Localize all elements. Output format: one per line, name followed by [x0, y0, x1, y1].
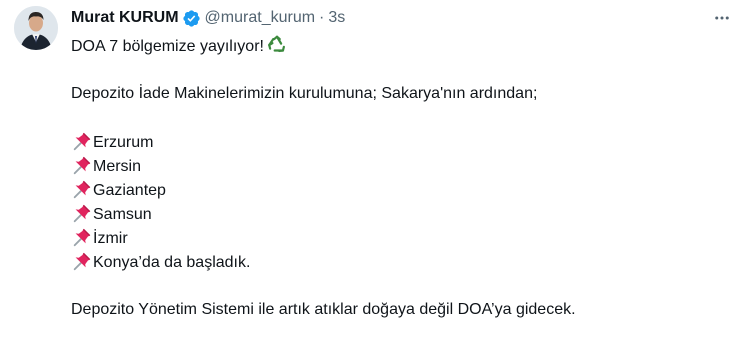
city-list-item: Erzurum	[71, 130, 730, 154]
tweet-line-headline: DOA 7 bölgemize yayılıyor!	[71, 34, 730, 58]
city-list-item: Gaziantep	[71, 178, 730, 202]
headline-text: DOA 7 bölgemize yayılıyor!	[71, 38, 264, 55]
city-list-item: Samsun	[71, 202, 730, 226]
tweet-line-closing: Depozito Yönetim Sistemi ile artık atıkl…	[71, 301, 576, 318]
pushpin-icon	[71, 130, 93, 152]
pushpin-icon	[71, 250, 93, 272]
city-name: Konya’da da başladık.	[93, 254, 251, 271]
city-list-item: İzmir	[71, 226, 730, 250]
recycling-icon	[266, 34, 288, 56]
tweet-text: DOA 7 bölgemize yayılıyor! Depozito İade…	[71, 34, 730, 322]
avatar-image	[14, 6, 58, 50]
verified-badge-icon[interactable]	[182, 9, 201, 28]
more-options-icon[interactable]	[712, 8, 732, 28]
city-name: Gaziantep	[93, 182, 166, 199]
city-name: Erzurum	[93, 134, 154, 151]
tweet-content: Murat KURUM @murat_kurum · 3s DOA 7 bölg…	[71, 6, 730, 322]
city-name: İzmir	[93, 230, 128, 247]
city-name: Mersin	[93, 158, 142, 175]
city-list-item: Mersin	[71, 154, 730, 178]
separator-dot: ·	[319, 9, 325, 26]
avatar[interactable]	[14, 6, 58, 50]
pushpin-icon	[71, 226, 93, 248]
city-list-item: Konya’da da başladık.	[71, 250, 730, 274]
display-name[interactable]: Murat KURUM	[71, 9, 179, 27]
city-name: Samsun	[93, 206, 152, 223]
tweet-timestamp[interactable]: 3s	[328, 9, 345, 27]
tweet-header: Murat KURUM @murat_kurum · 3s	[71, 6, 730, 30]
user-handle[interactable]: @murat_kurum	[205, 9, 316, 27]
pushpin-icon	[71, 178, 93, 200]
pushpin-icon	[71, 202, 93, 224]
tweet-line-intro: Depozito İade Makinelerimizin kurulumuna…	[71, 85, 538, 102]
pushpin-icon	[71, 154, 93, 176]
tweet-card[interactable]: Murat KURUM @murat_kurum · 3s DOA 7 bölg…	[0, 0, 746, 356]
